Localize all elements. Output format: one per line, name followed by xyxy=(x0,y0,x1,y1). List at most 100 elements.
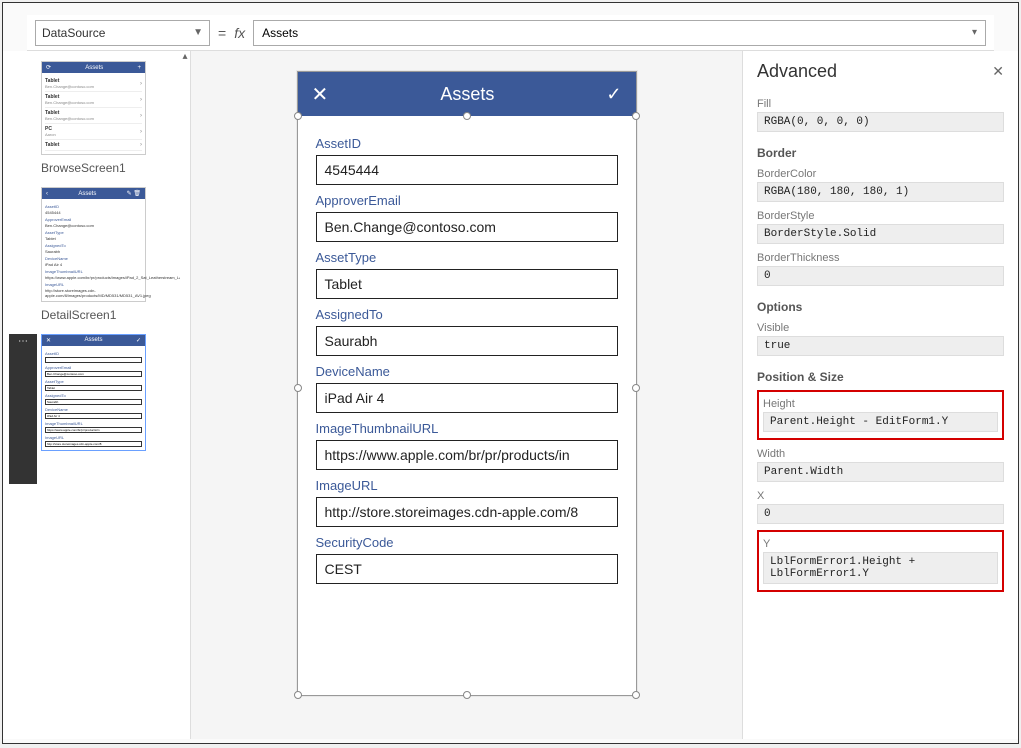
prop-label-visible: Visible xyxy=(757,322,1004,334)
field-label: AssetType xyxy=(316,250,618,265)
field-input[interactable]: Saurabh xyxy=(316,326,618,356)
property-selector[interactable]: DataSource ▼ xyxy=(35,20,210,46)
prop-label-x: X xyxy=(757,490,1004,502)
more-icon[interactable]: ⋯ xyxy=(9,334,37,484)
field-value: Tablet xyxy=(45,236,142,241)
highlight-y: Y LblFormError1.Height + LblFormError1.Y xyxy=(757,530,1004,592)
field-label: ImageThumbnailURL xyxy=(45,269,142,274)
field-input[interactable]: Ben.Change@contoso.com xyxy=(316,212,618,242)
advanced-panel: Advanced ✕ Fill RGBA(0, 0, 0, 0) Border … xyxy=(742,51,1018,739)
field-label: DeviceName xyxy=(45,256,142,261)
field-input[interactable]: iPad Air 4 xyxy=(316,383,618,413)
formula-bar: DataSource ▼ = fx Assets ▾ xyxy=(27,15,994,51)
field-label: DeviceName xyxy=(45,407,142,412)
field-label: AssignedTo xyxy=(45,393,142,398)
field-value: http://store.storeimages.cdn-apple.com/8… xyxy=(45,288,142,298)
prop-value-borderstyle[interactable]: BorderStyle.Solid xyxy=(757,224,1004,244)
highlight-height: Height Parent.Height - EditForm1.Y xyxy=(757,390,1004,440)
field-label: AssetID xyxy=(45,204,142,209)
scroll-up-icon[interactable]: ▴ xyxy=(180,51,190,62)
field-label: AssetID xyxy=(45,351,142,356)
field-label: AssetType xyxy=(45,230,142,235)
field-input[interactable]: CEST xyxy=(316,554,618,584)
screen-thumb-browse[interactable]: ⟳ Assets + TabletBen.Change@contoso.com›… xyxy=(9,61,174,175)
screens-panel: ⟳ Assets + TabletBen.Change@contoso.com›… xyxy=(3,51,191,739)
close-icon: ✕ xyxy=(46,337,51,344)
prop-value-x[interactable]: 0 xyxy=(757,504,1004,524)
form-title: Assets xyxy=(440,84,494,105)
prop-value-fill[interactable]: RGBA(0, 0, 0, 0) xyxy=(757,112,1004,132)
field-input: Tablet xyxy=(45,385,142,391)
field-input[interactable]: Tablet xyxy=(316,269,618,299)
prop-value-borderthickness[interactable]: 0 xyxy=(757,266,1004,286)
check-icon: ✓ xyxy=(136,337,141,344)
formula-input[interactable]: Assets ▾ xyxy=(253,20,986,46)
list-item: TabletBen.Change@contoso.com› xyxy=(45,92,142,108)
field-label: ImageURL xyxy=(45,282,142,287)
resize-handle[interactable] xyxy=(294,384,302,392)
fx-label: fx xyxy=(234,25,245,41)
field-label: ImageThumbnailURL xyxy=(45,421,142,426)
field-value: Saurabh xyxy=(45,249,142,254)
prop-label-bordercolor: BorderColor xyxy=(757,168,1004,180)
resize-handle[interactable] xyxy=(294,112,302,120)
field-label: ApproverEmail xyxy=(316,193,618,208)
resize-handle[interactable] xyxy=(632,691,640,699)
thumb-title: Assets xyxy=(85,65,103,71)
resize-handle[interactable] xyxy=(294,691,302,699)
field-label: ApproverEmail xyxy=(45,217,142,222)
edit-form[interactable]: ✕ Assets ✓ AssetID4545444ApproverEmailBe… xyxy=(297,71,637,696)
thumb-title: Assets xyxy=(84,337,102,344)
field-input: Saurabh xyxy=(45,399,142,405)
field-input: iPad Air 4 xyxy=(45,413,142,419)
refresh-icon: ⟳ xyxy=(46,64,51,71)
field-input[interactable]: https://www.apple.com/br/pr/products/in xyxy=(316,440,618,470)
field-label: ImageURL xyxy=(45,435,142,440)
prop-value-visible[interactable]: true xyxy=(757,336,1004,356)
resize-handle[interactable] xyxy=(463,691,471,699)
screen-thumb-detail[interactable]: ‹ Assets ✎ 🗑 AssetID4545444ApproverEmail… xyxy=(9,187,174,322)
resize-handle[interactable] xyxy=(463,112,471,120)
prop-label-borderthickness: BorderThickness xyxy=(757,252,1004,264)
field-value: Ben.Change@contoso.com xyxy=(45,223,142,228)
close-icon[interactable]: ✕ xyxy=(992,63,1004,80)
field-input: https://www.apple.com/br/pr/products/in xyxy=(45,427,142,433)
field-label: ImageURL xyxy=(316,478,618,493)
scrollbar[interactable]: ▴ xyxy=(180,51,190,739)
field-value: 4545444 xyxy=(45,210,142,215)
field-input[interactable]: http://store.storeimages.cdn-apple.com/8 xyxy=(316,497,618,527)
prop-label-fill: Fill xyxy=(757,98,1004,110)
form-header: ✕ Assets ✓ xyxy=(298,72,636,116)
section-border: Border xyxy=(757,146,1004,160)
field-value: https://www.apple.com/br/pr/products/ima… xyxy=(45,275,142,280)
field-label: DeviceName xyxy=(316,364,618,379)
edit-icon: ✎ xyxy=(127,191,132,197)
field-value: iPad Air 4 xyxy=(45,262,142,267)
prop-label-borderstyle: BorderStyle xyxy=(757,210,1004,222)
prop-label-width: Width xyxy=(757,448,1004,460)
thumb-title: Assets xyxy=(78,191,96,197)
resize-handle[interactable] xyxy=(632,112,640,120)
field-label: AssetType xyxy=(45,379,142,384)
prop-value-y[interactable]: LblFormError1.Height + LblFormError1.Y xyxy=(763,552,998,584)
property-selector-label: DataSource xyxy=(42,26,105,40)
prop-value-bordercolor[interactable]: RGBA(180, 180, 180, 1) xyxy=(757,182,1004,202)
prop-value-width[interactable]: Parent.Width xyxy=(757,462,1004,482)
check-icon[interactable]: ✓ xyxy=(606,84,621,105)
field-label: SecurityCode xyxy=(316,535,618,550)
resize-handle[interactable] xyxy=(632,384,640,392)
section-options: Options xyxy=(757,300,1004,314)
chevron-down-icon: ▼ xyxy=(193,27,203,38)
field-label: AssignedTo xyxy=(45,243,142,248)
field-input[interactable]: 4545444 xyxy=(316,155,618,185)
field-input: http://store.storeimages.cdn-apple.com/8 xyxy=(45,441,142,447)
chevron-down-icon: ▾ xyxy=(972,27,977,38)
prop-label-y: Y xyxy=(763,538,998,550)
screen-thumb-edit[interactable]: ⋯ ✕ Assets ✓ AssetIDApproverEmailBen.Cha… xyxy=(9,334,174,484)
add-icon: + xyxy=(137,65,141,71)
section-possize: Position & Size xyxy=(757,370,1004,384)
screen-label: DetailScreen1 xyxy=(41,308,174,322)
prop-value-height[interactable]: Parent.Height - EditForm1.Y xyxy=(763,412,998,432)
field-label: ImageThumbnailURL xyxy=(316,421,618,436)
close-icon[interactable]: ✕ xyxy=(312,82,329,107)
